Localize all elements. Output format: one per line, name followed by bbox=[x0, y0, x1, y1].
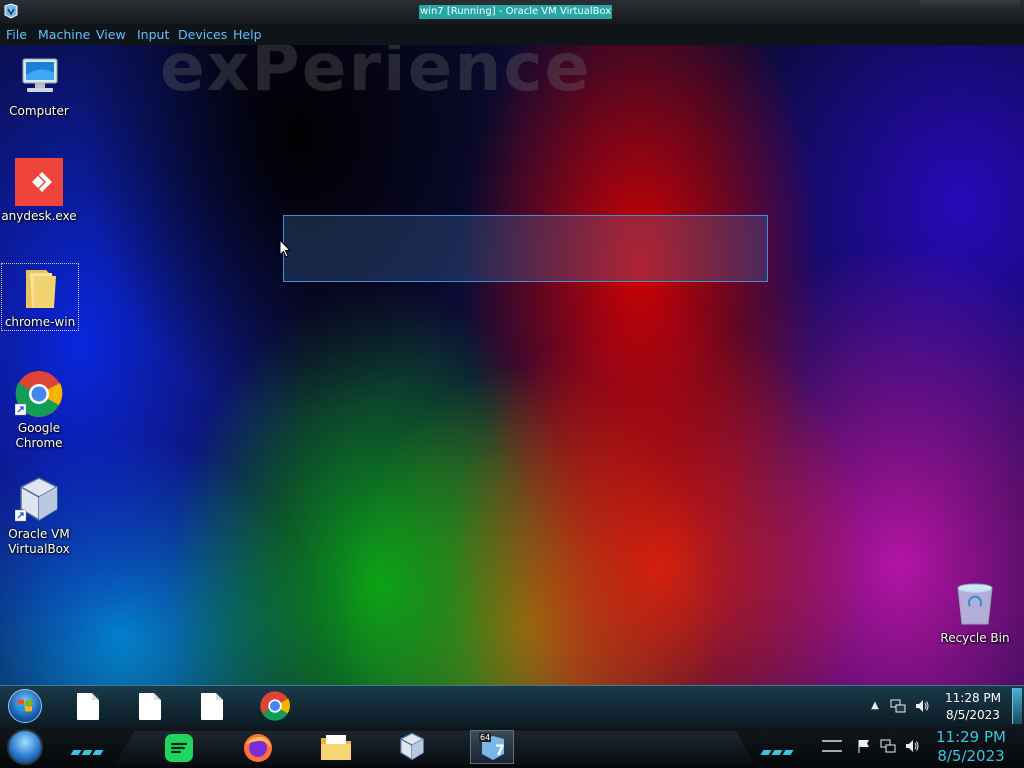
virtualbox-app-icon[interactable] bbox=[3, 3, 19, 19]
recycle-bin-icon bbox=[951, 580, 999, 628]
host-network-icon[interactable] bbox=[880, 738, 896, 754]
desktop-icon-label: Recycle Bin bbox=[940, 631, 1010, 645]
desktop-icon-label: anydesk.exe bbox=[1, 209, 77, 223]
guest-taskbar: ▲ 11:28 PM 8/5/2023 bbox=[0, 685, 1024, 726]
host-virtualbox-icon[interactable] bbox=[397, 732, 427, 762]
pinned-document-1[interactable] bbox=[77, 693, 99, 720]
menu-file[interactable]: File bbox=[6, 27, 27, 42]
host-start-button[interactable] bbox=[7, 729, 43, 765]
chrome-icon bbox=[14, 370, 63, 418]
desktop[interactable]: exPerience Computer anydesk.exe chrome-w… bbox=[0, 45, 1024, 685]
windows7-vm-button[interactable]: 64 7 bbox=[470, 730, 514, 764]
show-desktop-button[interactable] bbox=[1012, 688, 1022, 724]
window-title: win7 [Running] - Oracle VM VirtualBox bbox=[419, 5, 613, 19]
computer-icon bbox=[15, 53, 63, 101]
pinned-document-3[interactable] bbox=[201, 693, 223, 720]
desktop-icon-virtualbox[interactable]: Oracle VM VirtualBox bbox=[1, 476, 77, 557]
desktop-icon-label: Computer bbox=[9, 104, 69, 118]
desktop-icon-chrome-win[interactable]: chrome-win bbox=[1, 263, 79, 331]
menu-bar: File Machine View Input Devices Help bbox=[0, 24, 1024, 45]
firefox-icon[interactable] bbox=[242, 732, 274, 764]
virtualbox-icon bbox=[14, 476, 63, 524]
start-button[interactable] bbox=[8, 689, 42, 723]
host-dock bbox=[115, 731, 755, 765]
menu-machine[interactable]: Machine bbox=[38, 27, 90, 42]
window-title-bar[interactable]: win7 [Running] - Oracle VM VirtualBox bbox=[0, 0, 1024, 24]
host-menu-icon[interactable] bbox=[822, 740, 842, 752]
menu-help[interactable]: Help bbox=[233, 27, 262, 42]
spotify-icon[interactable] bbox=[164, 733, 194, 763]
guest-clock-date[interactable]: 8/5/2023 bbox=[940, 707, 1006, 723]
menu-devices[interactable]: Devices bbox=[178, 27, 227, 42]
host-clock-time[interactable]: 11:29 PM bbox=[934, 728, 1008, 746]
file-explorer-icon[interactable] bbox=[320, 732, 352, 762]
volume-icon[interactable] bbox=[914, 698, 930, 714]
mouse-cursor-icon bbox=[279, 239, 291, 258]
menu-input[interactable]: Input bbox=[137, 27, 169, 42]
decor-dots-left bbox=[70, 740, 105, 755]
vm-arch-badge: 64 bbox=[479, 733, 492, 742]
windows-logo-icon bbox=[18, 699, 32, 712]
taskbar-chrome-icon[interactable] bbox=[259, 690, 291, 722]
host-taskbar: 64 7 11:29 PM 8/5/2023 bbox=[0, 726, 1024, 768]
desktop-icon-recycle-bin[interactable]: Recycle Bin bbox=[937, 580, 1013, 646]
desktop-icon-computer[interactable]: Computer bbox=[1, 53, 77, 119]
desktop-icon-anydesk[interactable]: anydesk.exe bbox=[1, 158, 77, 224]
host-clock-date[interactable]: 8/5/2023 bbox=[934, 747, 1008, 765]
folder-icon bbox=[16, 264, 64, 312]
network-icon[interactable] bbox=[890, 698, 906, 714]
menu-view[interactable]: View bbox=[96, 27, 126, 42]
guest-clock-time[interactable]: 11:28 PM bbox=[940, 690, 1006, 706]
decor-dots-right bbox=[760, 740, 795, 755]
wallpaper-watermark: exPerience bbox=[160, 45, 592, 106]
show-hidden-icons-button[interactable]: ▲ bbox=[867, 698, 883, 714]
pinned-document-2[interactable] bbox=[139, 693, 161, 720]
window-controls-decoration bbox=[920, 0, 1020, 12]
desktop-icon-label: Oracle VM VirtualBox bbox=[8, 527, 70, 556]
desktop-icon-label: Google Chrome bbox=[15, 421, 63, 450]
anydesk-icon bbox=[15, 158, 63, 206]
selection-rectangle bbox=[283, 215, 768, 282]
vm-number-label: 7 bbox=[495, 743, 505, 759]
desktop-icon-google-chrome[interactable]: Google Chrome bbox=[1, 370, 77, 451]
desktop-icon-label: chrome-win bbox=[4, 315, 76, 329]
host-flag-icon[interactable] bbox=[856, 738, 872, 754]
host-volume-icon[interactable] bbox=[904, 738, 920, 754]
